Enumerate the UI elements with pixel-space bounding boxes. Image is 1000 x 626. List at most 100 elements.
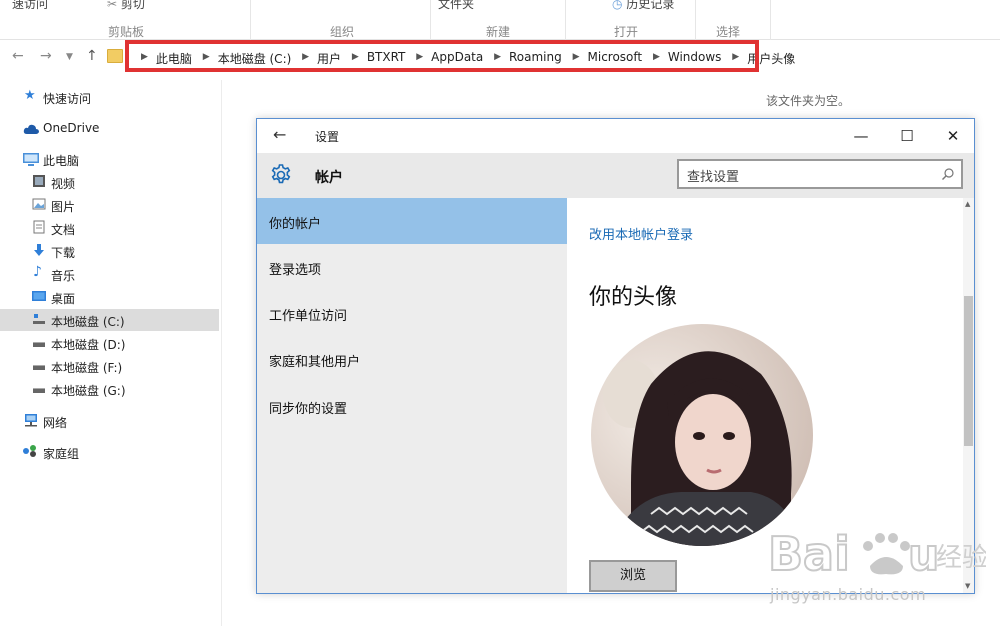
- scissors-icon: ✂: [107, 0, 118, 11]
- section-title: 你的头像: [589, 285, 678, 310]
- ribbon-group-clipboard: 剪贴板: [108, 25, 145, 39]
- close-icon[interactable]: ✕: [933, 123, 973, 149]
- empty-folder-message: 该文件夹为空。: [766, 94, 851, 108]
- minimize-icon[interactable]: —: [841, 123, 881, 149]
- scrollbar-thumb[interactable]: [964, 296, 973, 446]
- ribbon-quick-access[interactable]: 速访问: [12, 0, 48, 12]
- ribbon-divider: [695, 0, 696, 40]
- nav-drive-d[interactable]: 本地磁盘 (D:): [0, 332, 219, 354]
- address-highlight-box: [125, 40, 759, 72]
- nav-homegroup[interactable]: 家庭组: [0, 441, 219, 463]
- gear-icon: [269, 163, 293, 187]
- svg-text:u: u: [908, 530, 939, 581]
- history-label: 历史记录: [626, 0, 675, 11]
- nav-label: 快速访问: [43, 92, 92, 106]
- nav-label: 网络: [43, 416, 68, 430]
- sidebar-item-family-users[interactable]: 家庭和其他用户: [257, 336, 567, 382]
- page-title: 帐户: [315, 170, 343, 186]
- nav-label: 家庭组: [43, 447, 80, 461]
- sidebar-item-label: 同步你的设置: [269, 402, 348, 417]
- nav-pictures[interactable]: 图片: [0, 194, 219, 216]
- scroll-up-icon[interactable]: ▲: [965, 200, 970, 208]
- svg-text:经验: 经验: [936, 543, 986, 573]
- file-explorer-window: 速访问 ✂ 剪切 文件夹 ◷ 历史记录 剪贴板 组织 新建 打开 选择 ← → …: [0, 0, 1000, 626]
- nav-label: 音乐: [51, 269, 76, 283]
- ribbon-group-organize: 组织: [330, 25, 355, 39]
- drive-icon: [32, 335, 46, 349]
- back-arrow-icon[interactable]: ←: [12, 48, 24, 64]
- picture-icon: [32, 197, 46, 211]
- nav-label: OneDrive: [43, 121, 100, 135]
- nav-drive-f[interactable]: 本地磁盘 (F:): [0, 355, 219, 377]
- sidebar-item-sync-settings[interactable]: 同步你的设置: [257, 383, 567, 429]
- settings-titlebar[interactable]: ← 设置 — ☐ ✕: [257, 119, 974, 153]
- sidebar-item-sign-in-options[interactable]: 登录选项: [257, 244, 567, 290]
- video-icon: [32, 174, 46, 188]
- drive-icon: [32, 381, 46, 395]
- sidebar-item-label: 家庭和其他用户: [269, 355, 361, 370]
- nav-label: 本地磁盘 (D:): [51, 338, 126, 352]
- ribbon-cut[interactable]: ✂ 剪切: [107, 0, 145, 12]
- nav-desktop[interactable]: 桌面: [0, 286, 219, 308]
- nav-label: 下载: [51, 246, 76, 260]
- network-icon: [23, 413, 37, 427]
- settings-header: 帐户 查找设置: [257, 153, 974, 198]
- sidebar-item-your-account[interactable]: 你的帐户: [257, 198, 567, 244]
- maximize-icon[interactable]: ☐: [887, 123, 927, 149]
- recent-chevron-icon[interactable]: ▼: [66, 52, 73, 62]
- ribbon-divider: [250, 0, 251, 40]
- ribbon-group-open: 打开: [614, 25, 639, 39]
- nav-label: 本地磁盘 (C:): [51, 315, 125, 329]
- ribbon-group-new: 新建: [486, 25, 511, 39]
- nav-quick-access[interactable]: ★ 快速访问: [0, 86, 219, 108]
- nav-videos[interactable]: 视频: [0, 171, 219, 193]
- nav-this-pc[interactable]: 此电脑: [0, 148, 219, 170]
- star-icon: ★: [24, 88, 36, 103]
- ribbon-divider: [565, 0, 566, 40]
- forward-arrow-icon[interactable]: →: [40, 48, 52, 64]
- music-icon: ♪: [33, 264, 42, 280]
- ribbon-new-folder[interactable]: 文件夹: [438, 0, 474, 12]
- nav-onedrive[interactable]: OneDrive: [0, 117, 219, 139]
- nav-label: 此电脑: [43, 154, 80, 168]
- ribbon: 速访问 ✂ 剪切 文件夹 ◷ 历史记录 剪贴板 组织 新建 打开 选择: [0, 0, 1000, 40]
- download-icon: [32, 243, 46, 257]
- folder-icon: [107, 49, 123, 63]
- svg-text:Bai: Bai: [768, 527, 850, 581]
- settings-sidebar: 你的帐户 登录选项 工作单位访问 家庭和其他用户 同步你的设置: [257, 198, 567, 593]
- nav-label: 图片: [51, 200, 76, 214]
- nav-label: 视频: [51, 177, 76, 191]
- nav-documents[interactable]: 文档: [0, 217, 219, 239]
- nav-label: 本地磁盘 (F:): [51, 361, 123, 375]
- up-arrow-icon[interactable]: ↑: [86, 48, 98, 64]
- nav-drive-g[interactable]: 本地磁盘 (G:): [0, 378, 219, 400]
- search-icon[interactable]: [941, 166, 955, 180]
- sidebar-item-label: 工作单位访问: [269, 309, 348, 324]
- search-input[interactable]: 查找设置: [677, 159, 963, 189]
- cut-label: 剪切: [120, 0, 145, 11]
- drive-icon: [32, 358, 46, 372]
- switch-local-account-link[interactable]: 改用本地帐户登录: [589, 224, 693, 243]
- nav-network[interactable]: 网络: [0, 410, 219, 432]
- ribbon-history[interactable]: ◷ 历史记录: [612, 0, 674, 12]
- document-icon: [32, 220, 46, 234]
- ribbon-divider: [430, 0, 431, 40]
- nav-label: 本地磁盘 (G:): [51, 384, 126, 398]
- homegroup-icon: [22, 444, 36, 458]
- nav-music[interactable]: ♪ 音乐: [0, 263, 219, 285]
- cloud-icon: [23, 123, 39, 137]
- history-icon: ◷: [612, 0, 623, 11]
- ribbon-divider: [770, 0, 771, 40]
- pane-divider[interactable]: [221, 80, 222, 626]
- sidebar-item-label: 登录选项: [269, 263, 322, 278]
- computer-icon: [23, 153, 39, 167]
- sidebar-item-label: 你的帐户: [269, 217, 322, 232]
- nav-downloads[interactable]: 下载: [0, 240, 219, 262]
- nav-drive-c[interactable]: 本地磁盘 (C:): [0, 309, 219, 331]
- browse-button[interactable]: 浏览: [589, 560, 677, 592]
- ribbon-group-select: 选择: [716, 25, 741, 39]
- sidebar-item-work-access[interactable]: 工作单位访问: [257, 290, 567, 336]
- drive-icon: [32, 312, 46, 326]
- search-placeholder: 查找设置: [687, 170, 740, 185]
- back-arrow-icon[interactable]: ←: [273, 125, 286, 144]
